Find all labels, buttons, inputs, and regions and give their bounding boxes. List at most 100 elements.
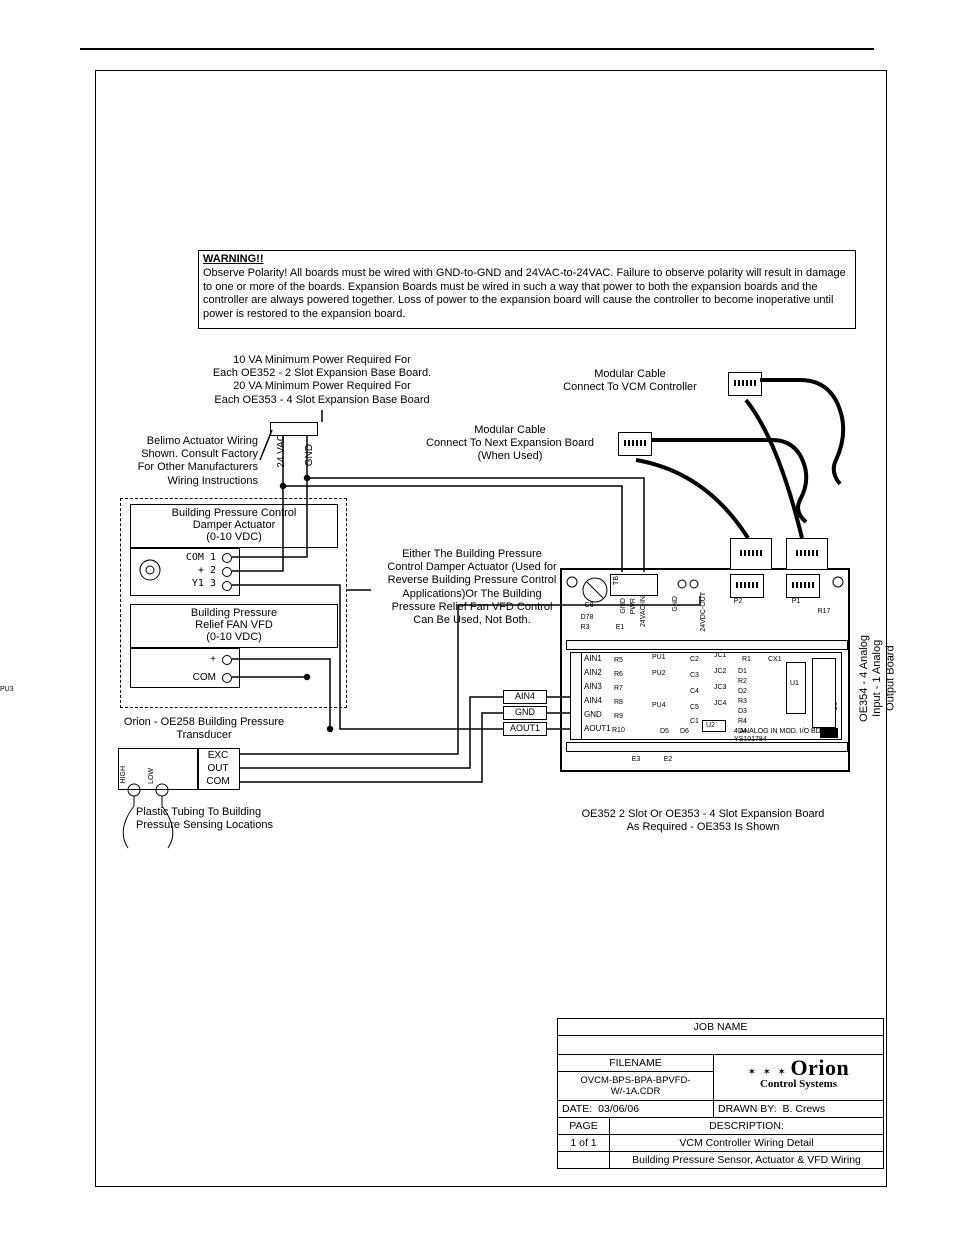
silk-r3: R3 <box>738 698 747 706</box>
rj-plug-into-p1 <box>786 538 828 570</box>
power-gnd-label: GND <box>304 444 316 466</box>
signal-aout1-tag: AOUT1 <box>503 722 547 736</box>
silk-d78: D78 <box>576 614 598 622</box>
silk-e3: E3 <box>628 756 644 764</box>
modular-cable-vcm-label: Modular Cable Connect To VCM Controller <box>540 368 720 394</box>
rj-plug-next-board <box>618 432 652 456</box>
brand-logo: ✶ ✶ ✶ Orion Control Systems <box>718 1057 879 1090</box>
silk-r3b: R3 <box>576 624 594 632</box>
brand-subtitle: Control Systems <box>718 1079 879 1090</box>
silk-jc1: JC1 <box>714 652 726 660</box>
silk-c8: C8 <box>580 602 598 610</box>
power-terminal-block <box>270 422 318 436</box>
io-module-partno: YS101784 <box>734 736 814 744</box>
vfd-pin-plus <box>222 655 232 665</box>
io-ain2: AIN2 <box>584 668 614 678</box>
silk-jc2: JC2 <box>714 668 726 676</box>
actuator-pin-2 <box>222 567 232 577</box>
vfd-box: Building Pressure Relief FAN VFD (0-10 V… <box>130 604 338 648</box>
vfd-term-plus: + <box>170 654 216 666</box>
silk-r6: R6 <box>614 671 623 679</box>
vfd-term-com: COM <box>170 672 216 684</box>
warning-title: WARNING!! <box>203 253 264 265</box>
io-module-terminal-strip <box>570 652 582 740</box>
tb-drawnby-label: DRAWN BY: <box>718 1103 777 1115</box>
actuator-pin-3 <box>222 581 232 591</box>
tb-desc-line2: Building Pressure Sensor, Actuator & VFD… <box>610 1152 883 1168</box>
silk-vdc-out: 24VDC-OUT <box>700 592 708 632</box>
transducer-high-label: HIGH <box>120 766 128 784</box>
power-terminal-divider <box>0 0 1 14</box>
silk-c1: C1 <box>690 718 699 726</box>
damper-actuator-box: Building Pressure Control Damper Actuato… <box>130 504 338 548</box>
tb-jobname-label: JOB NAME <box>558 1019 883 1035</box>
silk-jc4: JC4 <box>714 700 726 708</box>
silk-r1: R1 <box>742 656 751 664</box>
silk-r4: R4 <box>738 718 747 726</box>
actuator-term-plus: + 2 <box>160 565 216 577</box>
belimo-note: Belimo Actuator Wiring Shown. Consult Fa… <box>108 435 258 488</box>
silk-r7: R7 <box>614 685 623 693</box>
io-module-right-header <box>812 658 836 728</box>
warning-body: Observe Polarity! All boards must be wir… <box>203 267 846 320</box>
silk-pu3: PU3 <box>0 686 14 694</box>
silk-d6: D6 <box>680 728 689 736</box>
silk-r8: R8 <box>614 699 623 707</box>
silk-c4: C4 <box>690 688 699 696</box>
expansion-board-note: OE352 2 Slot Or OE353 - 4 Slot Expansion… <box>548 808 858 834</box>
transducer-label: Orion - OE258 Building Pressure Transduc… <box>104 716 304 742</box>
silk-p1: P1 <box>786 598 806 606</box>
power-requirement-note: 10 VA Minimum Power Required For Each OE… <box>202 354 442 407</box>
transducer-term-exc: EXC <box>198 750 238 762</box>
silk-u2: U2 <box>706 722 715 730</box>
transducer-term-com: COM <box>198 776 238 788</box>
actuator-pin-1 <box>222 553 232 563</box>
silk-e2: E2 <box>660 756 676 764</box>
brand-name: Orion <box>791 1055 850 1080</box>
silk-e1: E1 <box>612 624 628 632</box>
silk-gnd2: GND <box>672 596 680 612</box>
tb-page-label: PAGE <box>558 1118 610 1134</box>
silk-jc3: JC3 <box>714 684 726 692</box>
page: WARNING!! Observe Polarity! All boards m… <box>0 0 954 1235</box>
silk-r17: R17 <box>812 608 836 616</box>
silk-p2: P2 <box>728 598 748 606</box>
silk-vac-in: 24VAC-IN <box>640 596 648 627</box>
silk-pu1: PU1 <box>652 654 666 662</box>
silk-u1: U1 <box>790 680 799 688</box>
silk-d1: D1 <box>738 668 747 676</box>
io-module-logo-icon <box>820 728 838 738</box>
silk-c3: C3 <box>690 672 699 680</box>
slot-connector-a <box>566 640 848 650</box>
io-ain4: AIN4 <box>584 696 614 706</box>
vfd-pin-com <box>222 673 232 683</box>
silk-c2: C2 <box>690 656 699 664</box>
transducer-body <box>118 748 198 790</box>
silk-pu2: PU2 <box>652 670 666 678</box>
signal-ain4-tag: AIN4 <box>503 690 547 704</box>
transducer-low-label: LOW <box>148 768 156 784</box>
io-ain3: AIN3 <box>584 682 614 692</box>
tb-drawnby-value: B. Crews <box>783 1103 826 1115</box>
silk-d5: D5 <box>660 728 669 736</box>
tubing-note: Plastic Tubing To Building Pressure Sens… <box>136 806 316 832</box>
tb-filename-value: OVCM-BPS-BPA-BPVFD-W/-1A.CDR <box>558 1072 713 1100</box>
warning-box: WARNING!! Observe Polarity! All boards m… <box>198 250 856 329</box>
silk-r10: R10 <box>612 727 625 735</box>
signal-gnd-tag: GND <box>503 706 547 720</box>
tb-page-value: 1 of 1 <box>558 1135 610 1151</box>
top-margin-rule <box>80 48 874 50</box>
silk-gnd: GND <box>620 598 628 614</box>
tb-desc-line1: VCM Controller Wiring Detail <box>610 1135 883 1151</box>
brand-stars: ✶ ✶ ✶ <box>748 1067 788 1078</box>
tb-jobname-value <box>558 1036 883 1054</box>
rj-plug-into-p2 <box>730 538 772 570</box>
silk-c5: C5 <box>690 704 699 712</box>
rj-socket-p2 <box>730 574 764 598</box>
rj-plug-vcm <box>728 372 762 396</box>
silk-pu4: PU4 <box>652 702 666 710</box>
silk-d2: D2 <box>738 688 747 696</box>
tb-filename-label: FILENAME <box>558 1055 713 1072</box>
actuator-term-y1: Y1 3 <box>160 578 216 590</box>
silk-r5: R5 <box>614 657 623 665</box>
